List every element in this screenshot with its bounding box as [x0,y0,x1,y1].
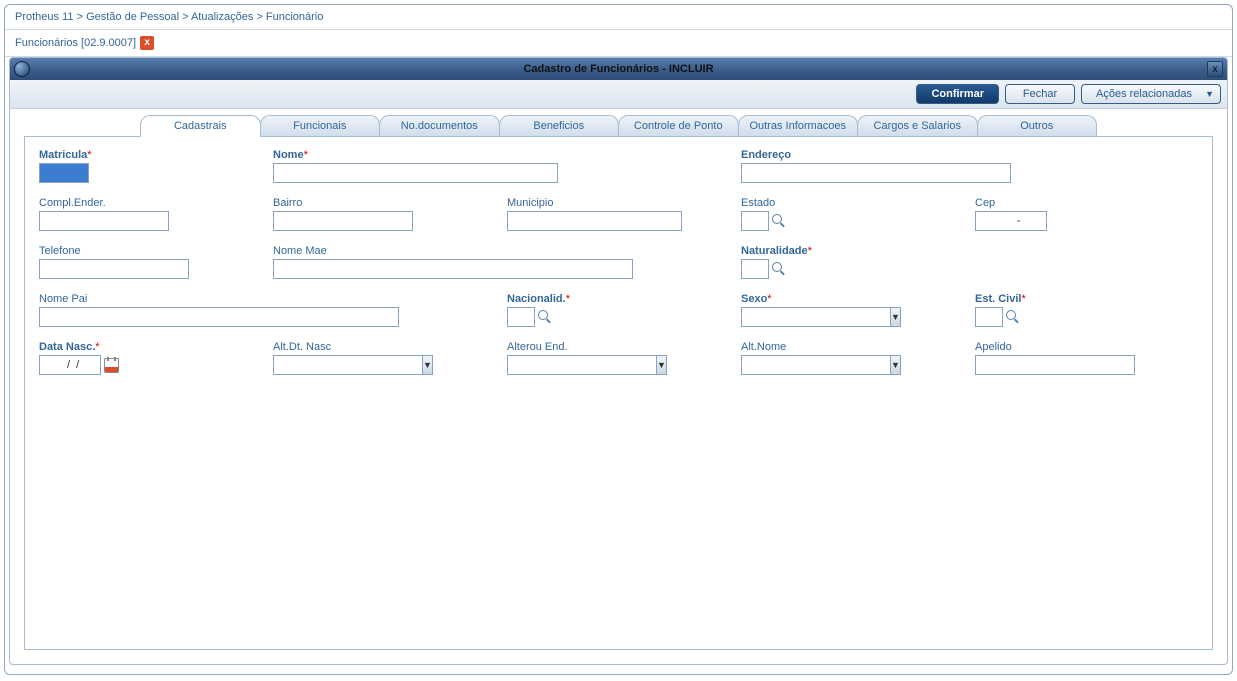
field-nome: Nome* [273,149,737,183]
module-tab-bar: Funcionários [02.9.0007] x [5,30,1232,57]
input-nome[interactable] [273,163,558,183]
title-bar: Cadastro de Funcionários - INCLUIR x [10,58,1227,80]
label-estado: Estado [741,197,971,209]
field-naturalidade: Naturalidade* [741,245,1198,279]
input-naturalidade[interactable] [741,259,769,279]
lookup-naturalidade-icon[interactable] [772,262,786,276]
action-bar: Confirmar Fechar Ações relacionadas ▼ [10,80,1227,109]
field-estado: Estado [741,197,971,231]
breadcrumb-item[interactable]: Protheus 11 [15,11,74,23]
window-title: Cadastro de Funcionários - INCLUIR [10,63,1227,75]
input-nome-mae[interactable] [273,259,633,279]
input-alt-nome[interactable] [741,355,890,375]
label-nacionalid: Nacionalid.* [507,293,737,305]
field-telefone: Telefone [39,245,269,279]
field-cep: Cep [975,197,1198,231]
input-estado[interactable] [741,211,769,231]
breadcrumb: Protheus 11 > Gestão de Pessoal > Atuali… [5,5,1232,30]
field-alt-nome: Alt.Nome ▼ [741,341,971,375]
tab-outros[interactable]: Outros [977,115,1098,137]
input-endereco[interactable] [741,163,1011,183]
field-nacionalid: Nacionalid.* [507,293,737,327]
field-municipio: Municipio [507,197,737,231]
tab-funcionais[interactable]: Funcionais [260,115,381,137]
combo-alt-dt-nasc-button[interactable]: ▼ [422,355,433,375]
field-apelido: Apelido [975,341,1198,375]
tab-controle-ponto[interactable]: Controle de Ponto [618,115,739,137]
label-cep: Cep [975,197,1198,209]
field-endereco: Endereço [741,149,1198,183]
app-window: Protheus 11 > Gestão de Pessoal > Atuali… [4,4,1233,675]
input-matricula[interactable] [39,163,89,183]
input-municipio[interactable] [507,211,682,231]
field-data-nasc: Data Nasc.* [39,341,269,375]
tab-beneficios[interactable]: Beneficios [499,115,620,137]
label-nome-pai: Nome Pai [39,293,503,305]
field-est-civil: Est. Civil* [975,293,1198,327]
input-bairro[interactable] [273,211,413,231]
field-nome-mae: Nome Mae [273,245,737,279]
combo-sexo-button[interactable]: ▼ [890,307,901,327]
tab-nodocumentos[interactable]: No.documentos [379,115,500,137]
label-apelido: Apelido [975,341,1198,353]
input-cep[interactable] [975,211,1047,231]
label-naturalidade: Naturalidade* [741,245,1198,257]
input-nome-pai[interactable] [39,307,399,327]
label-compl-ender: Compl.Ender. [39,197,269,209]
lookup-nacionalid-icon[interactable] [538,310,552,324]
breadcrumb-item[interactable]: Atualizações [191,11,253,23]
input-alterou-end[interactable] [507,355,656,375]
breadcrumb-item[interactable]: Funcionário [266,11,323,23]
input-telefone[interactable] [39,259,189,279]
input-alt-dt-nasc[interactable] [273,355,422,375]
input-sexo[interactable] [741,307,890,327]
label-sexo: Sexo* [741,293,971,305]
field-alt-dt-nasc: Alt.Dt. Nasc ▼ [273,341,503,375]
lookup-est-civil-icon[interactable] [1006,310,1020,324]
input-compl-ender[interactable] [39,211,169,231]
close-button[interactable]: Fechar [1005,84,1075,104]
field-nome-pai: Nome Pai [39,293,503,327]
combo-alt-nome-button[interactable]: ▼ [890,355,901,375]
module-tab-title: Funcionários [02.9.0007] [15,37,136,49]
label-nome: Nome* [273,149,737,161]
field-compl-ender: Compl.Ender. [39,197,269,231]
label-alterou-end: Alterou End. [507,341,737,353]
confirm-button[interactable]: Confirmar [916,84,999,104]
label-endereco: Endereço [741,149,1198,161]
label-nome-mae: Nome Mae [273,245,737,257]
label-data-nasc: Data Nasc.* [39,341,269,353]
related-actions-label: Ações relacionadas [1096,88,1192,100]
dialog-window: Cadastro de Funcionários - INCLUIR x Con… [9,57,1228,665]
breadcrumb-item[interactable]: Gestão de Pessoal [86,11,179,23]
label-matricula: Matricula* [39,149,269,161]
label-est-civil: Est. Civil* [975,293,1198,305]
label-telefone: Telefone [39,245,269,257]
tab-outras-informacoes[interactable]: Outras Informacoes [738,115,859,137]
form-content: Matricula* Nome* Endereço Compl.Ender. [24,136,1213,650]
tab-cargos-salarios[interactable]: Cargos e Salarios [857,115,978,137]
close-module-tab-button[interactable]: x [140,36,154,50]
field-alterou-end: Alterou End. ▼ [507,341,737,375]
label-alt-nome: Alt.Nome [741,341,971,353]
input-nacionalid[interactable] [507,307,535,327]
input-est-civil[interactable] [975,307,1003,327]
lookup-estado-icon[interactable] [772,214,786,228]
field-sexo: Sexo* ▼ [741,293,971,327]
field-bairro: Bairro [273,197,503,231]
combo-alterou-end-button[interactable]: ▼ [656,355,667,375]
input-data-nasc[interactable] [39,355,101,375]
chevron-down-icon: ▼ [1205,89,1214,99]
field-matricula: Matricula* [39,149,269,183]
related-actions-button[interactable]: Ações relacionadas ▼ [1081,84,1221,104]
window-close-button[interactable]: x [1207,61,1223,77]
label-bairro: Bairro [273,197,503,209]
form-tabs: Cadastrais Funcionais No.documentos Bene… [10,109,1227,137]
label-municipio: Municipio [507,197,737,209]
input-apelido[interactable] [975,355,1135,375]
label-alt-dt-nasc: Alt.Dt. Nasc [273,341,503,353]
form-grid: Matricula* Nome* Endereço Compl.Ender. [39,149,1198,375]
calendar-icon[interactable] [104,358,119,373]
tab-cadastrais[interactable]: Cadastrais [140,115,261,137]
